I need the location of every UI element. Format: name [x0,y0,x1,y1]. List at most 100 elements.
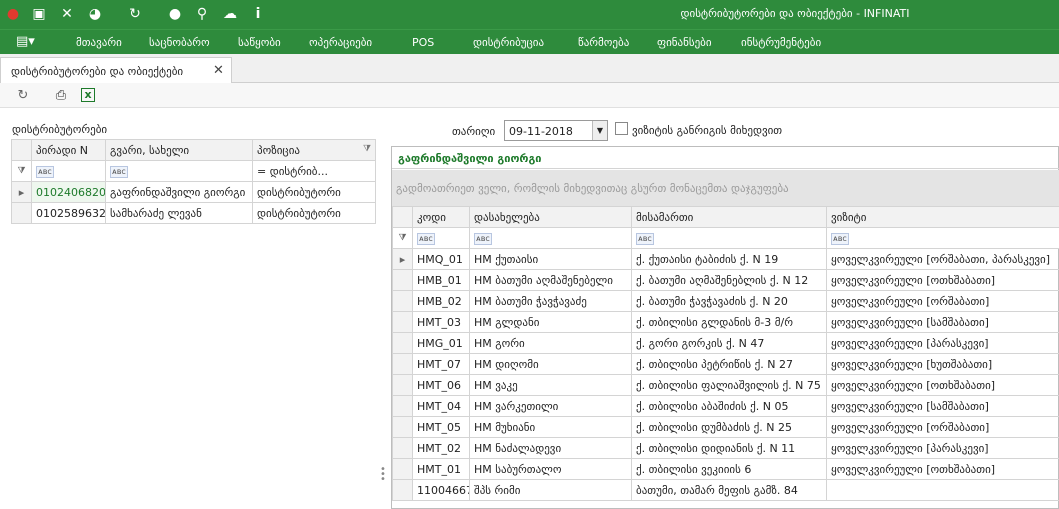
table-row[interactable]: HMB_02 HM ბათუმი ჭავჭავაძე ქ. ბათუმი ჭავჭა… [392,290,1059,312]
cell-address[interactable]: ქ. ბათუმი აღმაშენებლის ქ. N 12 [631,269,827,291]
table-row[interactable]: HMT_06 HM ვაკე ქ. თბილისი ფალიაშვილის ქ. N… [392,374,1059,396]
column-header-id[interactable]: პირადი N [31,139,106,161]
cell-code[interactable]: HMQ_01 [412,248,470,270]
menu-item-finance[interactable]: ფინანსები [657,36,712,49]
cell-visit[interactable]: ყოველკვირეული [ოთხშაბათი] [826,269,1059,291]
cell-address[interactable]: ქ. თბილისი აბაშიძის ქ. N 05 [631,395,827,417]
cell-visit[interactable]: ყოველკვირეული [ოთხშაბათი] [826,374,1059,396]
cell-name[interactable]: HM ბათუმი ჭავჭავაძე [469,290,632,312]
filter-cell-code[interactable]: ᴀʙᴄ [412,227,470,249]
column-header-address[interactable]: მისამართი [631,206,827,228]
cell-position[interactable]: დისტრიბუტორი [252,181,376,203]
filter-cell-address[interactable]: ᴀʙᴄ [631,227,827,249]
cell-code[interactable]: HMT_05 [412,416,470,438]
cell-visit[interactable]: ყოველკვირეული [ორშაბათი] [826,416,1059,438]
info-icon[interactable]: i [249,5,267,23]
table-row[interactable]: ▸ HMQ_01 HM ქუთაისი ქ. ქუთაისი ტაბიძის ქ. N… [392,248,1059,270]
app-logo-icon[interactable]: ● [4,5,22,23]
cell-address[interactable]: ქ. თბილისი ვეკიიის 6 [631,458,827,480]
table-row[interactable]: HMT_05 HM მუხიანი ქ. თბილისი დუმბაძის ქ. N… [392,416,1059,438]
table-row[interactable]: HMT_04 HM ვარკეთილი ქ. თბილისი აბაშიძის ქ.… [392,395,1059,417]
cell-code[interactable]: HMT_07 [412,353,470,375]
cell-code[interactable]: HMT_06 [412,374,470,396]
table-row[interactable]: 11004667 შპს რიმი ბათუმი, თამარ მეფის გამზ… [392,479,1059,501]
filter-icon[interactable]: ⧩ [363,144,371,154]
cell-name[interactable]: HM ვარკეთილი [469,395,632,417]
cell-id[interactable]: 01024068202 [31,181,106,203]
cell-name[interactable]: HM ნაძალადევი [469,437,632,459]
table-row[interactable]: HMT_07 HM დიღომი ქ. თბილისი პეტრიწის ქ. N … [392,353,1059,375]
save-icon[interactable]: ▣ [30,5,48,23]
menu-item-operations[interactable]: ოპერაციები [309,36,372,49]
menu-item-production[interactable]: წარმოება [578,36,629,49]
print-icon[interactable]: ⎙ [52,87,70,104]
cell-address[interactable]: ქ. თბილისი დიდიანის ქ. N 11 [631,437,827,459]
cell-address[interactable]: ქ. ქუთაისი ტაბიძის ქ. N 19 [631,248,827,270]
cell-position[interactable]: დისტრიბუტორი [252,202,376,224]
panel-splitter[interactable] [378,140,386,509]
cell-id[interactable]: 01025896325 [31,202,106,224]
cell-name[interactable]: სამხარაძე ლევან [105,202,253,224]
cell-address[interactable]: ბათუმი, თამარ მეფის გამზ. 84 [631,479,827,501]
column-header-position[interactable]: პოზიცია ⧩ [252,139,376,161]
tools-icon[interactable]: ✕ [58,5,76,23]
cell-address[interactable]: ქ. თბილისი პეტრიწის ქ. N 27 [631,353,827,375]
table-row[interactable]: HMT_02 HM ნაძალადევი ქ. თბილისი დიდიანის ქ… [392,437,1059,459]
table-row[interactable]: HMT_03 HM გლდანი ქ. თბილისი გლდანის მ-3 მ/… [392,311,1059,333]
cell-visit[interactable]: ყოველკვირეული [ორშაბათი] [826,290,1059,312]
cell-address[interactable]: ქ. გორი გორკის ქ. N 47 [631,332,827,354]
table-row[interactable]: ▸ 01024068202 გაფრინდაშვილი გიორგი დისტრ… [11,181,376,203]
filter-cell-position[interactable]: = დისტრიბ... [252,160,376,182]
user-icon[interactable]: ● [166,5,184,23]
column-header-name[interactable]: დასახელება [469,206,632,228]
cell-code[interactable]: HMT_04 [412,395,470,417]
cell-name[interactable]: HM მუხიანი [469,416,632,438]
cloud-icon[interactable]: ☁ [221,5,239,23]
cell-visit[interactable] [826,479,1059,501]
table-row[interactable]: 01025896325 სამხარაძე ლევან დისტრიბუტორი [11,202,376,224]
table-row[interactable]: HMG_01 HM გორი ქ. გორი გორკის ქ. N 47 ყოველ… [392,332,1059,354]
column-header-name[interactable]: გვარი, სახელი [105,139,253,161]
cell-code[interactable]: HMT_02 [412,437,470,459]
cell-visit[interactable]: ყოველკვირეული [სამშაბათი] [826,395,1059,417]
column-header-code[interactable]: კოდი [412,206,470,228]
cell-name[interactable]: HM დიღომი [469,353,632,375]
cell-name[interactable]: HM გორი [469,332,632,354]
group-by-area[interactable]: გადმოათრიეთ ველი, რომლის მიხედვითაც გსურ… [392,170,1059,206]
cell-code[interactable]: 11004667 [412,479,470,501]
cell-name[interactable]: HM ქუთაისი [469,248,632,270]
menu-item-warehouse[interactable]: საწყობი [238,36,281,49]
visit-schedule-checkbox[interactable] [615,122,628,135]
filter-cell-id[interactable]: ᴀʙᴄ [31,160,106,182]
column-header-visit[interactable]: ვიზიტი [826,206,1059,228]
search-icon[interactable]: ⚲ [193,5,211,23]
menu-item-distribution[interactable]: დისტრიბუცია [473,36,544,49]
cell-code[interactable]: HMG_01 [412,332,470,354]
cell-name[interactable]: HM საბურთალო [469,458,632,480]
menu-item-instruments[interactable]: ინსტრუმენტები [741,36,821,49]
splitter-handle-icon[interactable]: • • • [380,465,386,485]
cell-address[interactable]: ქ. თბილისი ფალიაშვილის ქ. N 75 [631,374,827,396]
cell-visit[interactable]: ყოველკვირეული [ორშაბათი, პარასკევი] [826,248,1059,270]
menu-item-main[interactable]: მთავარი [76,36,122,49]
cell-name[interactable]: HM ვაკე [469,374,632,396]
cell-address[interactable]: ქ. თბილისი დუმბაძის ქ. N 25 [631,416,827,438]
cell-code[interactable]: HMB_01 [412,269,470,291]
cell-code[interactable]: HMB_02 [412,290,470,312]
cell-visit[interactable]: ყოველკვირეული [ხუთშაბათი] [826,353,1059,375]
table-row[interactable]: HMB_01 HM ბათუმი აღმაშენებელი ქ. ბათუმი აღ… [392,269,1059,291]
cell-visit[interactable]: ყოველკვირეული [ოთხშაბათი] [826,458,1059,480]
excel-export-icon[interactable]: x [81,88,95,102]
cell-code[interactable]: HMT_01 [412,458,470,480]
filter-cell-name[interactable]: ᴀʙᴄ [105,160,253,182]
menu-item-reference[interactable]: საცნობარო [149,36,210,49]
filter-cell-visit[interactable]: ᴀʙᴄ [826,227,1059,249]
menu-toggle-icon[interactable]: ▤▾ [16,34,35,49]
filter-cell-name[interactable]: ᴀʙᴄ [469,227,632,249]
cell-address[interactable]: ქ. ბათუმი ჭავჭავაძის ქ. N 20 [631,290,827,312]
table-row[interactable]: HMT_01 HM საბურთალო ქ. თბილისი ვეკიიის 6 ყო… [392,458,1059,480]
refresh-icon[interactable]: ↻ [14,87,32,104]
palette-icon[interactable]: ◕ [86,5,104,23]
cell-name[interactable]: გაფრინდაშვილი გიორგი [105,181,253,203]
cell-visit[interactable]: ყოველკვირეული [პარასკევი] [826,332,1059,354]
